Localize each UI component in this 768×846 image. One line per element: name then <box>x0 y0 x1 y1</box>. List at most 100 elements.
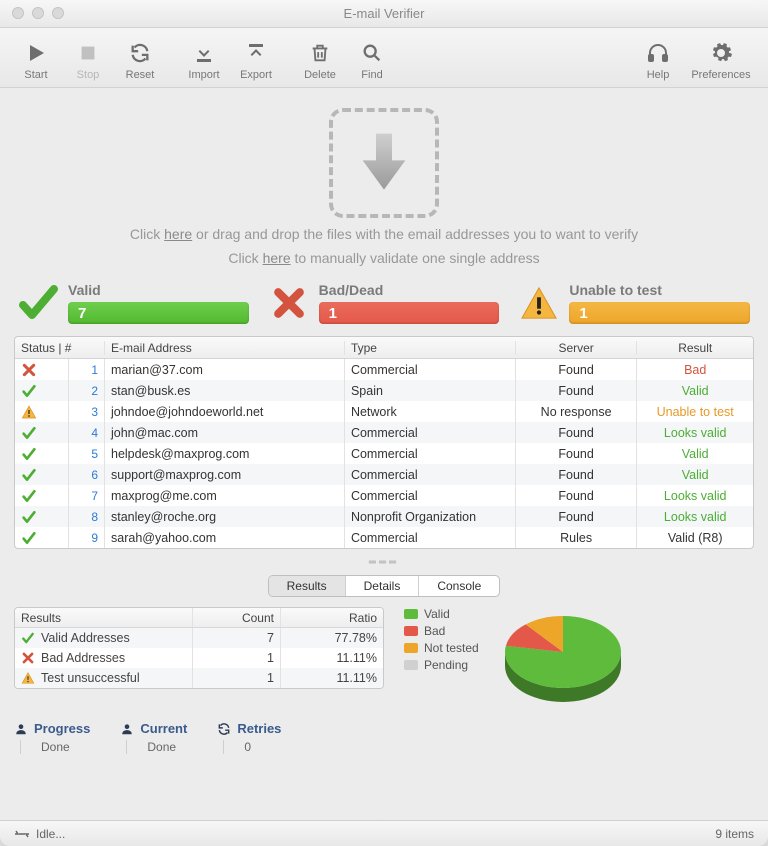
search-icon <box>358 39 386 67</box>
type-cell: Commercial <box>345 443 516 464</box>
result-cell: Looks valid <box>637 485 753 506</box>
type-cell: Commercial <box>345 359 516 380</box>
valid-label: Valid <box>68 282 249 298</box>
scol-results[interactable]: Results <box>15 608 193 627</box>
stats-row[interactable]: Valid Addresses777.78% <box>15 628 383 648</box>
info-line: Progress Done Current Done Retries 0 <box>14 721 754 754</box>
row-number: 6 <box>69 464 105 485</box>
network-icon <box>14 829 30 839</box>
status-icon <box>15 485 69 506</box>
email-cell: marian@37.com <box>105 359 345 380</box>
person-icon <box>120 722 134 736</box>
stop-icon <box>74 39 102 67</box>
table-row[interactable]: 4john@mac.comCommercialFoundLooks valid <box>15 422 753 443</box>
status-icon <box>15 443 69 464</box>
table-row[interactable]: 1marian@37.comCommercialFoundBad <box>15 359 753 380</box>
start-button[interactable]: Start <box>14 39 58 81</box>
result-cell: Bad <box>637 359 753 380</box>
row-number: 3 <box>69 401 105 422</box>
email-cell: maxprog@me.com <box>105 485 345 506</box>
warning-icon <box>519 283 559 323</box>
bad-count: 1 <box>319 302 500 324</box>
scol-ratio[interactable]: Ratio <box>281 608 383 627</box>
stats-row[interactable]: Bad Addresses111.11% <box>15 648 383 668</box>
table-row[interactable]: 2stan@busk.esSpainFoundValid <box>15 380 753 401</box>
row-number: 4 <box>69 422 105 443</box>
status-icon <box>15 359 69 380</box>
check-icon <box>18 283 58 323</box>
email-cell: support@maxprog.com <box>105 464 345 485</box>
result-cell: Valid <box>637 443 753 464</box>
table-row[interactable]: 9sarah@yahoo.comCommercialRulesValid (R8… <box>15 527 753 548</box>
person-icon <box>14 722 28 736</box>
dropzone-link-2[interactable]: here <box>263 250 291 266</box>
tab-details[interactable]: Details <box>346 576 420 596</box>
status-icon <box>15 422 69 443</box>
table-row[interactable]: 6support@maxprog.comCommercialFoundValid <box>15 464 753 485</box>
status-icon <box>15 401 69 422</box>
pie-chart <box>493 607 633 707</box>
table-row[interactable]: 5helpdesk@maxprog.comCommercialFoundVali… <box>15 443 753 464</box>
email-cell: stanley@roche.org <box>105 506 345 527</box>
gear-icon <box>707 39 735 67</box>
stats-row[interactable]: Test unsuccessful111.11% <box>15 668 383 688</box>
reset-button[interactable]: Reset <box>118 39 162 81</box>
type-cell: Spain <box>345 380 516 401</box>
type-cell: Network <box>345 401 516 422</box>
result-cell: Looks valid <box>637 422 753 443</box>
play-icon <box>22 39 50 67</box>
headphones-icon <box>644 39 672 67</box>
summary-bar: Valid 7 Bad/Dead 1 Unable to test 1 <box>14 276 754 324</box>
table-row[interactable]: 8stanley@roche.orgNonprofit Organization… <box>15 506 753 527</box>
col-type[interactable]: Type <box>345 341 516 355</box>
table-row[interactable]: 7maxprog@me.comCommercialFoundLooks vali… <box>15 485 753 506</box>
window-close[interactable] <box>12 7 24 19</box>
result-cell: Valid <box>637 380 753 401</box>
status-icon <box>15 527 69 548</box>
type-cell: Nonprofit Organization <box>345 506 516 527</box>
col-email[interactable]: E-mail Address <box>105 341 345 355</box>
find-button[interactable]: Find <box>350 39 394 81</box>
result-cell: Looks valid <box>637 506 753 527</box>
refresh-icon <box>217 722 231 736</box>
trash-icon <box>306 39 334 67</box>
import-button[interactable]: Import <box>182 39 226 81</box>
dropzone-link-1[interactable]: here <box>164 226 192 242</box>
pie-legend: Valid Bad Not tested Pending <box>404 607 479 672</box>
window-zoom[interactable] <box>52 7 64 19</box>
table-row[interactable]: 3johndoe@johndoeworld.netNetworkNo respo… <box>15 401 753 422</box>
scol-count[interactable]: Count <box>193 608 281 627</box>
email-cell: john@mac.com <box>105 422 345 443</box>
delete-button[interactable]: Delete <box>298 39 342 81</box>
col-status[interactable]: Status | # <box>15 341 105 355</box>
refresh-icon <box>126 39 154 67</box>
result-cell: Unable to test <box>637 401 753 422</box>
window-minimize[interactable] <box>32 7 44 19</box>
server-cell: Found <box>516 506 638 527</box>
preferences-button[interactable]: Preferences <box>688 39 754 81</box>
toolbar: Start Stop Reset Import Export <box>0 28 768 88</box>
status-left: Idle... <box>36 827 65 841</box>
splitter-handle[interactable]: ═══ <box>14 555 754 569</box>
status-icon <box>15 380 69 401</box>
window-title: E-mail Verifier <box>344 6 425 21</box>
status-right: 9 items <box>715 827 754 841</box>
upload-icon <box>242 39 270 67</box>
server-cell: Rules <box>516 527 638 548</box>
export-button[interactable]: Export <box>234 39 278 81</box>
valid-count: 7 <box>68 302 249 324</box>
server-cell: Found <box>516 464 638 485</box>
row-number: 9 <box>69 527 105 548</box>
dropzone-box[interactable] <box>329 108 439 218</box>
dropzone[interactable]: Click here or drag and drop the files wi… <box>14 98 754 270</box>
email-cell: helpdesk@maxprog.com <box>105 443 345 464</box>
email-cell: sarah@yahoo.com <box>105 527 345 548</box>
email-cell: johndoe@johndoeworld.net <box>105 401 345 422</box>
tab-results[interactable]: Results <box>269 576 346 596</box>
tab-console[interactable]: Console <box>419 576 499 596</box>
help-button[interactable]: Help <box>636 39 680 81</box>
col-result[interactable]: Result <box>637 341 753 355</box>
server-cell: Found <box>516 485 638 506</box>
col-server[interactable]: Server <box>516 341 638 355</box>
row-number: 8 <box>69 506 105 527</box>
